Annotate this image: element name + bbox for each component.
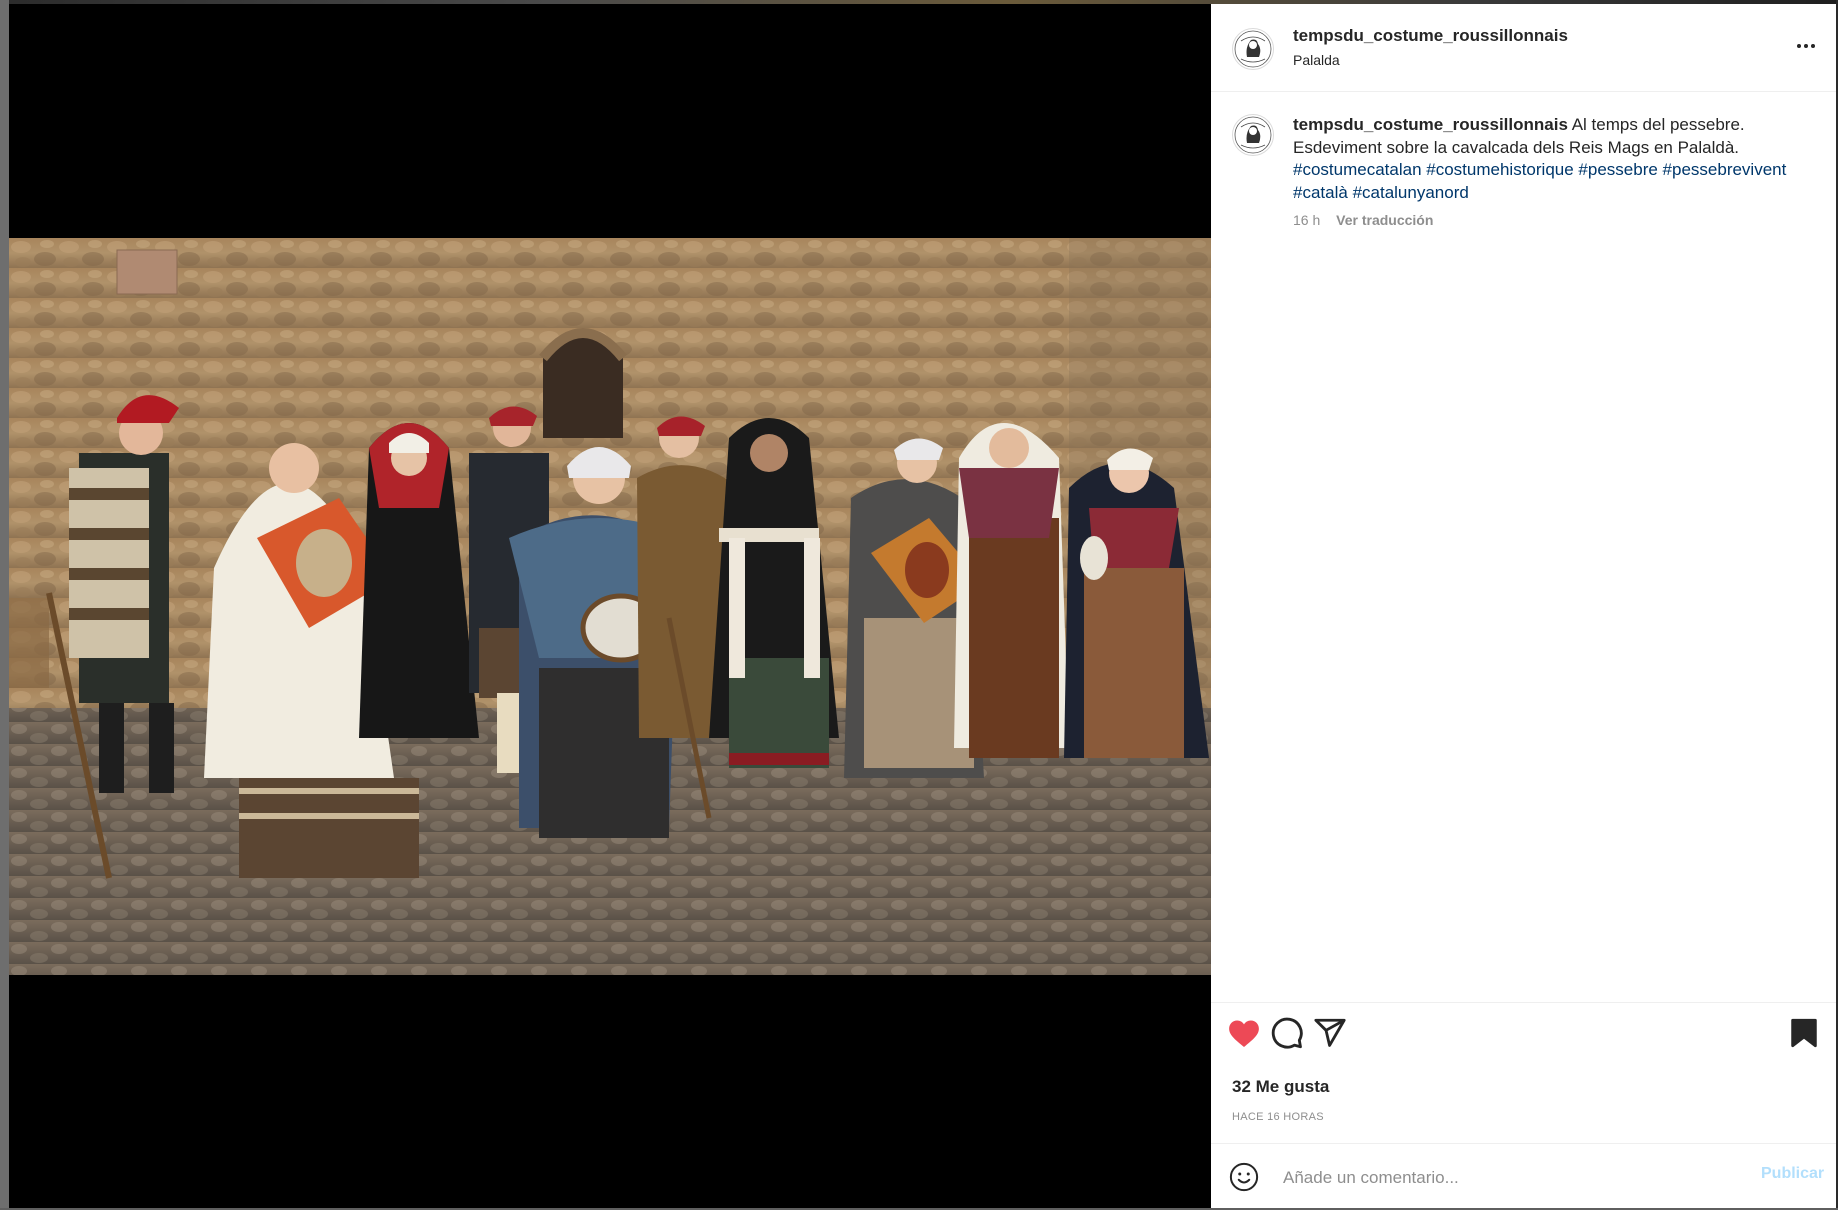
hashtag-link[interactable]: #pessebre xyxy=(1578,160,1657,179)
caption-line-1: Al temps del pessebre. xyxy=(1571,115,1745,134)
post-photo xyxy=(9,238,1211,975)
comment-bubble-icon[interactable] xyxy=(1270,1016,1304,1050)
username-link[interactable]: tempsdu_costume_roussillonnais xyxy=(1293,26,1568,46)
avatar-image xyxy=(1234,30,1272,68)
hashtag-link[interactable]: #costumehistorique xyxy=(1426,160,1573,179)
post-media[interactable] xyxy=(9,4,1211,1208)
avatar-image xyxy=(1234,116,1272,154)
caption-meta: 16 h Ver traducción xyxy=(1293,212,1433,228)
translate-link[interactable]: Ver traducción xyxy=(1336,212,1433,228)
caption-username-link[interactable]: tempsdu_costume_roussillonnais xyxy=(1293,115,1568,134)
post-side-panel: tempsdu_costume_roussillonnais Palalda t… xyxy=(1211,4,1836,1208)
hashtag-link[interactable]: #pessebrevivent xyxy=(1663,160,1787,179)
profile-avatar[interactable] xyxy=(1232,28,1274,70)
heart-filled-icon[interactable] xyxy=(1227,1016,1261,1050)
publish-button[interactable]: Publicar xyxy=(1761,1165,1824,1183)
post-time[interactable]: 16 h xyxy=(1293,212,1320,228)
hashtag-link[interactable]: #costumecatalan xyxy=(1293,160,1422,179)
hashtag-link[interactable]: #català xyxy=(1293,183,1348,202)
paper-plane-icon[interactable] xyxy=(1313,1016,1347,1050)
hashtag-link[interactable]: #catalunyanord xyxy=(1353,183,1469,202)
post-header: tempsdu_costume_roussillonnais Palalda xyxy=(1211,4,1836,92)
post-modal: tempsdu_costume_roussillonnais Palalda t… xyxy=(9,4,1836,1208)
bookmark-filled-icon[interactable] xyxy=(1787,1016,1821,1050)
caption-line-2: Esdeviment sobre la cavalcada dels Reis … xyxy=(1293,137,1740,157)
comment-bar: Publicar xyxy=(1211,1143,1836,1210)
post-actions: 32 Me gusta HACE 16 HORAS Publicar xyxy=(1211,1002,1836,1209)
caption-avatar[interactable] xyxy=(1232,114,1274,156)
likes-count[interactable]: 32 Me gusta xyxy=(1232,1077,1329,1097)
location-link[interactable]: Palalda xyxy=(1293,52,1340,68)
caption-text: tempsdu_costume_roussillonnais Al temps … xyxy=(1293,114,1813,204)
more-options-icon[interactable] xyxy=(1791,34,1821,58)
post-time-ago[interactable]: HACE 16 HORAS xyxy=(1232,1111,1324,1123)
background-left-edge xyxy=(0,0,9,1208)
smiley-emoji-icon[interactable] xyxy=(1229,1162,1259,1192)
comment-input[interactable] xyxy=(1281,1163,1725,1193)
